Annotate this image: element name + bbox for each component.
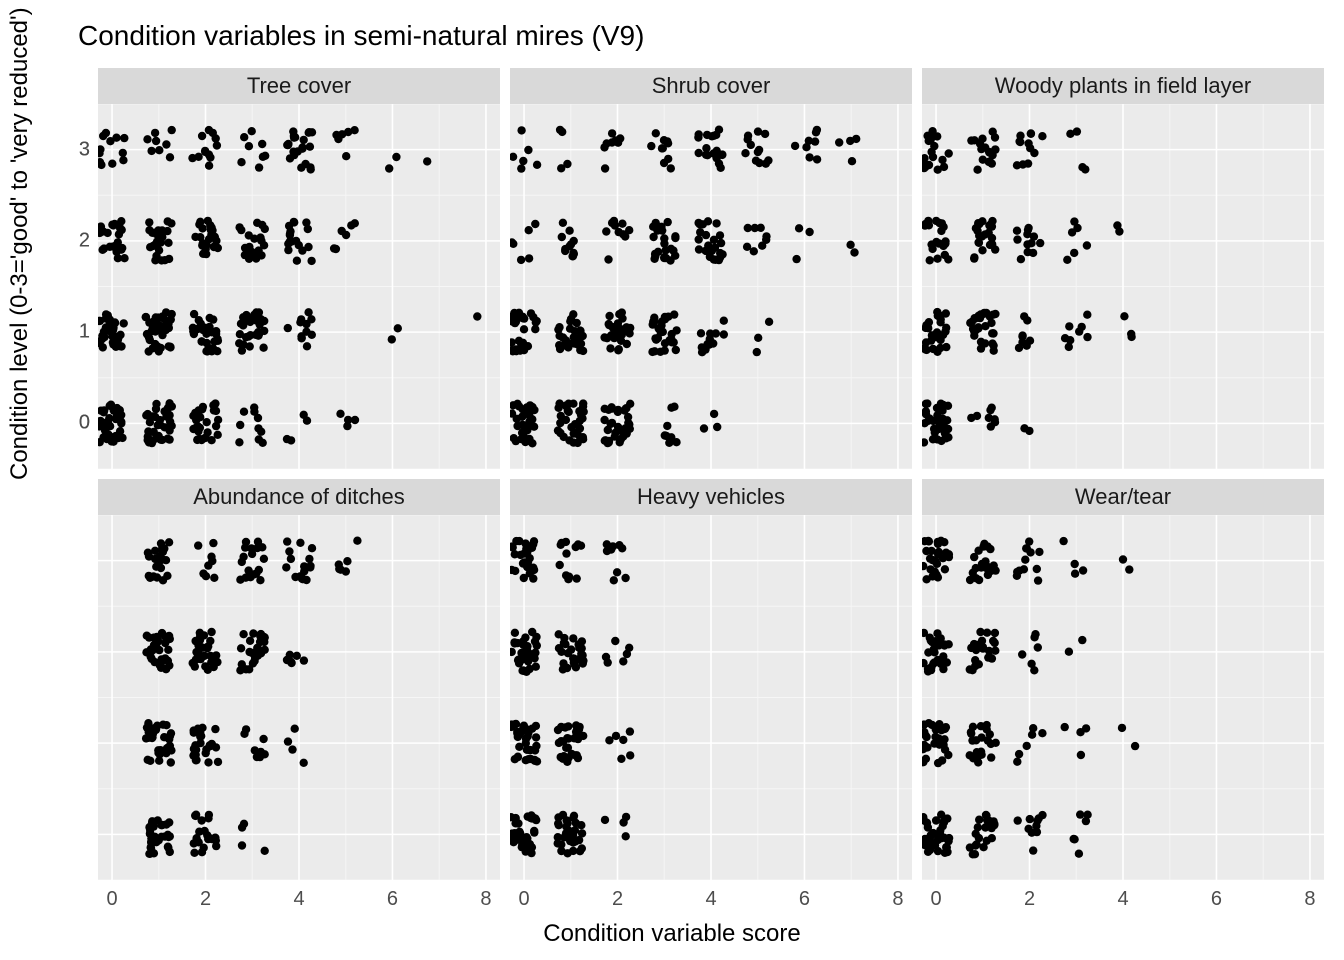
y-tick: 0 [79,412,90,435]
facet-panel: Heavy vehicles02468 [510,479,912,880]
x-tick: 6 [799,888,810,911]
facet-strip-label: Abundance of ditches [98,479,500,515]
y-axis-label: Condition level (0-3='good' to 'very red… [6,7,34,480]
facet-panel: Abundance of ditches012302468 [98,479,500,880]
y-tick-labels: 0 1 2 3 [52,104,96,469]
facet-strip-label: Shrub cover [510,68,912,104]
x-tick: 0 [518,888,529,911]
chart-title: Condition variables in semi-natural mire… [78,20,644,52]
facet-panel: Woody plants in field layer [922,68,1324,469]
x-tick: 8 [1304,888,1315,911]
x-tick: 6 [387,888,398,911]
x-tick: 6 [1211,888,1222,911]
plot-panel [98,104,500,469]
x-tick-labels: 0 2 4 6 8 [922,884,1324,914]
plot-panel [922,104,1324,469]
facet-strip-label: Tree cover [98,68,500,104]
facet-panel: Tree cover0123 [98,68,500,469]
facet-panel: Shrub cover [510,68,912,469]
facet-grid: Tree cover0123 Shrub cover Woody plants in… [98,68,1324,880]
facet-strip-label: Heavy vehicles [510,479,912,515]
x-tick: 8 [480,888,491,911]
plot-panel [510,104,912,469]
x-tick: 2 [1024,888,1035,911]
plot-panel [922,515,1324,880]
x-tick: 2 [200,888,211,911]
facet-strip-label: Woody plants in field layer [922,68,1324,104]
y-tick: 3 [79,138,90,161]
plot-panel [510,515,912,880]
x-tick: 4 [293,888,304,911]
x-tick: 4 [1117,888,1128,911]
x-tick: 4 [705,888,716,911]
plot-panel [98,515,500,880]
x-axis-label: Condition variable score [0,920,1344,948]
y-tick: 2 [79,229,90,252]
x-tick-labels: 0 2 4 6 8 [98,884,500,914]
chart-container: Condition variables in semi-natural mire… [0,0,1344,960]
y-tick: 1 [79,321,90,344]
x-tick: 2 [612,888,623,911]
x-tick: 8 [892,888,903,911]
facet-strip-label: Wear/tear [922,479,1324,515]
x-tick: 0 [930,888,941,911]
facet-panel: Wear/tear02468 [922,479,1324,880]
x-tick: 0 [106,888,117,911]
x-tick-labels: 0 2 4 6 8 [510,884,912,914]
